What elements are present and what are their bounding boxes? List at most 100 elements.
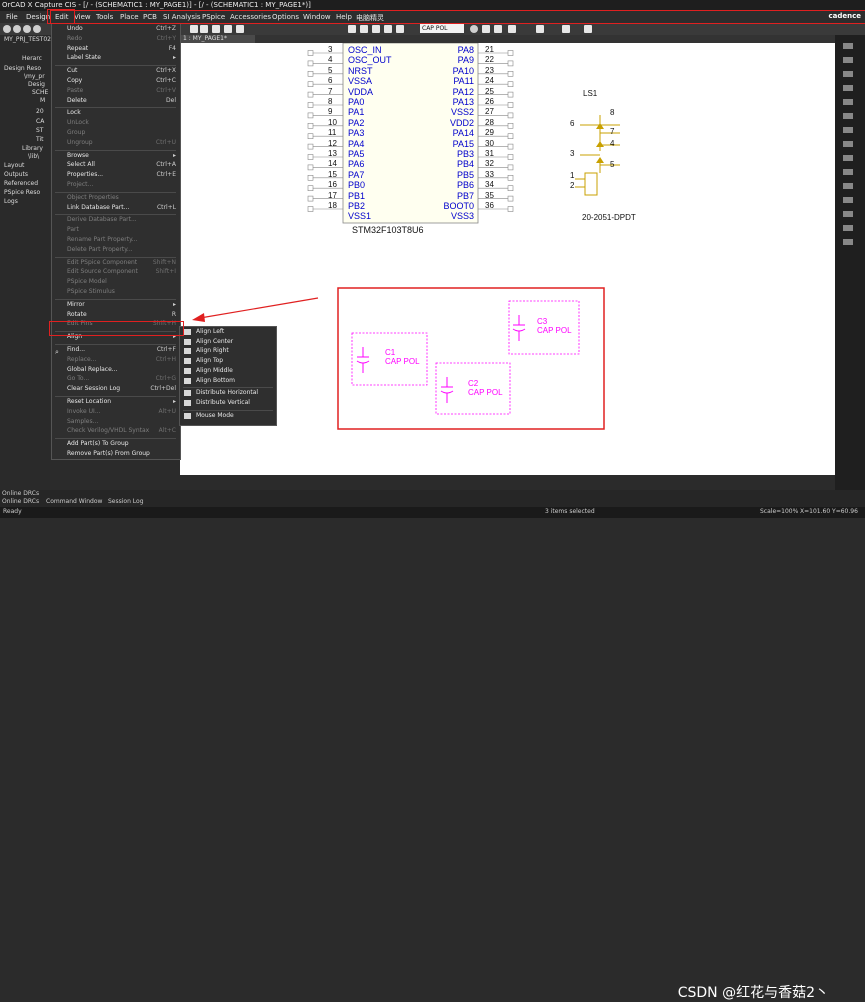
edit-menu-item[interactable]: Add Part(s) To Group: [67, 440, 129, 447]
polyline-tool-icon[interactable]: [843, 239, 853, 245]
menu-separator: [183, 387, 273, 389]
tab-command-window[interactable]: Command Window: [46, 498, 102, 505]
tree-item[interactable]: \lib\: [28, 153, 39, 160]
align-submenu-item[interactable]: Align Top: [196, 357, 223, 364]
align-submenu-item[interactable]: Distribute Vertical: [196, 399, 250, 406]
edit-menu-item[interactable]: Find...: [67, 346, 85, 353]
save-icon[interactable]: [212, 25, 220, 33]
align-submenu-item[interactable]: Distribute Horizontal: [196, 389, 258, 396]
drc-icon[interactable]: [482, 25, 490, 33]
zoom-all-icon[interactable]: [33, 25, 41, 33]
ground-tool-icon[interactable]: [843, 141, 853, 147]
project-tab[interactable]: MY_PRJ_TEST021: [4, 36, 55, 43]
mcu-pin-end: [307, 206, 314, 212]
arc-tool-icon[interactable]: [843, 225, 853, 231]
switch-part-name: 20-2051-DPDT: [582, 213, 636, 222]
edit-menu-item[interactable]: Rotate: [67, 311, 87, 318]
select-tool-icon[interactable]: [843, 43, 853, 49]
bus-tool-icon[interactable]: [843, 99, 853, 105]
text-tool-icon[interactable]: [843, 169, 853, 175]
tree-item[interactable]: Library: [22, 145, 43, 152]
tab-session-log[interactable]: Session Log: [108, 498, 144, 505]
align-item-highlight: [49, 321, 184, 336]
copy-icon[interactable]: [360, 25, 368, 33]
edit-menu-item: PSpice Model: [67, 278, 107, 286]
edit-menu-item[interactable]: Label State: [67, 54, 101, 61]
place-part-icon[interactable]: [396, 25, 404, 33]
tree-item[interactable]: Design Reso: [4, 65, 41, 72]
tree-item[interactable]: ST: [36, 127, 43, 134]
edit-menu-item[interactable]: Link Database Part...: [67, 204, 129, 211]
edit-menu-item[interactable]: Global Replace...: [67, 366, 118, 373]
tree-item[interactable]: Layout: [4, 162, 24, 169]
align-submenu-item[interactable]: Mouse Mode: [196, 412, 234, 419]
tree-item[interactable]: M: [40, 97, 45, 104]
align-submenu-item[interactable]: Align Left: [196, 328, 224, 335]
align-submenu-item[interactable]: Align Bottom: [196, 377, 235, 384]
edit-menu-item[interactable]: Copy: [67, 77, 82, 84]
edit-menu-shortcut: ▸: [172, 54, 176, 62]
tree-item[interactable]: Logs: [4, 198, 18, 205]
bom-icon[interactable]: [536, 25, 544, 33]
align-submenu-item[interactable]: Align Right: [196, 347, 229, 354]
zoom-in-icon[interactable]: [3, 25, 11, 33]
netlist-icon[interactable]: [494, 25, 502, 33]
tab-my-page1[interactable]: 1 : MY_PAGE1*: [180, 35, 255, 43]
edit-menu-item: Check Verilog/VHDL Syntax: [67, 427, 150, 435]
edit-menu-item[interactable]: Mirror: [67, 301, 85, 308]
print-icon[interactable]: [224, 25, 232, 33]
edit-menu-item[interactable]: Properties...: [67, 171, 103, 178]
undo-icon[interactable]: [236, 25, 244, 33]
junction-tool-icon[interactable]: [843, 113, 853, 119]
edit-menu-item[interactable]: Browse: [67, 152, 89, 159]
paste-icon[interactable]: [372, 25, 380, 33]
ellipse-tool-icon[interactable]: [843, 211, 853, 217]
power-tool-icon[interactable]: [843, 127, 853, 133]
cut-icon[interactable]: [348, 25, 356, 33]
new-icon[interactable]: [190, 25, 198, 33]
tree-item[interactable]: PSpice Reso: [4, 189, 40, 196]
tree-item[interactable]: \my_pr: [24, 73, 45, 80]
tree-item[interactable]: Referenced: [4, 180, 38, 187]
tree-item[interactable]: Tit: [36, 136, 44, 143]
align-submenu-item[interactable]: Align Center: [196, 338, 233, 345]
menu-file[interactable]: File: [6, 13, 18, 21]
tree-item[interactable]: SCHE: [32, 89, 48, 96]
edit-menu-item[interactable]: Repeat: [67, 45, 88, 52]
tree-item[interactable]: Desig: [28, 81, 45, 88]
mcu-pin-name: VDDA: [348, 86, 374, 97]
tree-item[interactable]: CA: [36, 118, 44, 125]
edit-menu-item[interactable]: Clear Session Log: [67, 385, 120, 392]
tree-item[interactable]: 20: [36, 108, 44, 115]
edit-menu-item[interactable]: Select All: [67, 161, 95, 168]
zoom-out-icon[interactable]: [13, 25, 21, 33]
line-tool-icon[interactable]: [843, 183, 853, 189]
align-submenu-item[interactable]: Align Middle: [196, 367, 233, 374]
pspice-icon[interactable]: [584, 25, 592, 33]
open-icon[interactable]: [200, 25, 208, 33]
edit-menu-item[interactable]: Remove Part(s) From Group: [67, 450, 150, 457]
wire-tool-icon[interactable]: [843, 71, 853, 77]
menu-separator: [55, 191, 176, 193]
edit-menu-item[interactable]: Delete: [67, 97, 87, 104]
schematic-canvas[interactable]: STM32F103T8U6 LS1 20-2051-DPDT 8 6 7 4 3…: [180, 43, 835, 475]
rect-tool-icon[interactable]: [843, 197, 853, 203]
tree-item[interactable]: Herarc: [22, 55, 42, 62]
tab-online-drcs[interactable]: Online DRCs: [2, 498, 39, 505]
edit-menu-item[interactable]: Reset Location: [67, 398, 111, 405]
annotate-icon[interactable]: [508, 25, 516, 33]
tree-item[interactable]: Outputs: [4, 171, 28, 178]
mcu-pin-name: PB1: [348, 190, 366, 201]
edit-menu-item[interactable]: Cut: [67, 67, 77, 74]
place-part-tool-icon[interactable]: [843, 57, 853, 63]
net-alias-tool-icon[interactable]: [843, 85, 853, 91]
off-page-tool-icon[interactable]: [843, 155, 853, 161]
search-icon[interactable]: [470, 25, 478, 33]
edit-menu-item[interactable]: Undo: [67, 25, 83, 32]
cart-icon[interactable]: [562, 25, 570, 33]
part-name-field[interactable]: CAP POL: [420, 24, 464, 33]
edit-menu-item: Rename Part Property...: [67, 236, 138, 243]
zoom-area-icon[interactable]: [23, 25, 31, 33]
redo-icon[interactable]: [384, 25, 392, 33]
edit-menu-item[interactable]: Lock: [67, 109, 81, 116]
